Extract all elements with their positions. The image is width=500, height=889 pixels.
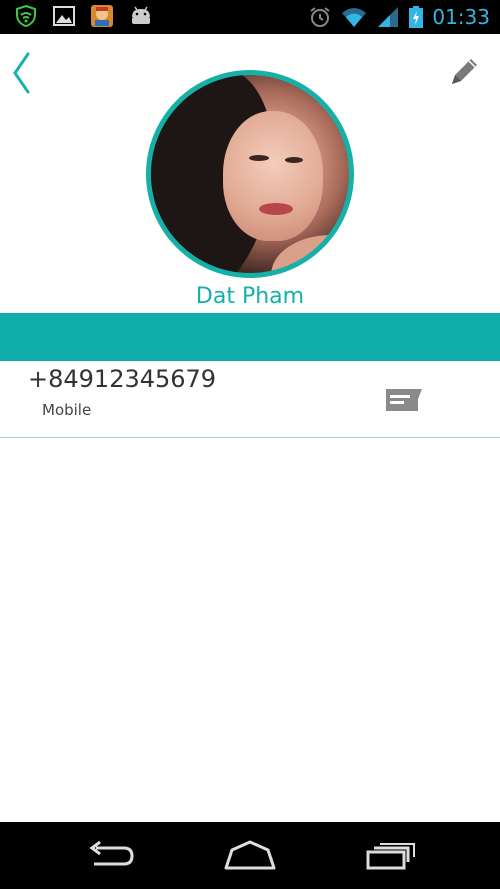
home-icon	[222, 840, 278, 876]
back-icon	[84, 840, 140, 876]
cell-signal-icon	[376, 5, 400, 29]
chevron-left-icon	[8, 52, 44, 100]
edit-button[interactable]	[444, 52, 484, 92]
clock-time: 01:33	[432, 5, 490, 29]
android-icon	[128, 4, 152, 28]
nav-home-button[interactable]	[222, 840, 278, 872]
navigation-bar	[0, 822, 500, 889]
recent-apps-icon	[362, 843, 418, 876]
phone-row[interactable]: +84912345679 Mobile	[0, 361, 500, 437]
alarm-icon	[308, 5, 332, 29]
nav-back-button[interactable]	[84, 840, 140, 872]
game-app-icon	[90, 4, 114, 28]
image-icon	[52, 4, 76, 28]
phone-type-label: Mobile	[42, 401, 92, 419]
nav-recent-apps-button[interactable]	[362, 840, 418, 872]
wifi-signal-icon	[340, 5, 368, 29]
phone-number[interactable]: +84912345679	[28, 365, 216, 393]
contact-name: Dat Pham	[195, 284, 305, 309]
pencil-icon	[444, 59, 484, 96]
battery-charging-icon	[408, 5, 424, 29]
section-band	[0, 313, 500, 361]
message-icon	[384, 389, 424, 417]
back-button[interactable]	[8, 50, 44, 96]
shield-wifi-icon	[14, 4, 38, 28]
avatar-ring	[146, 70, 354, 278]
send-message-button[interactable]	[384, 387, 424, 413]
status-bar: 01:33	[0, 0, 500, 34]
row-divider	[0, 437, 500, 438]
contact-avatar	[151, 75, 349, 273]
